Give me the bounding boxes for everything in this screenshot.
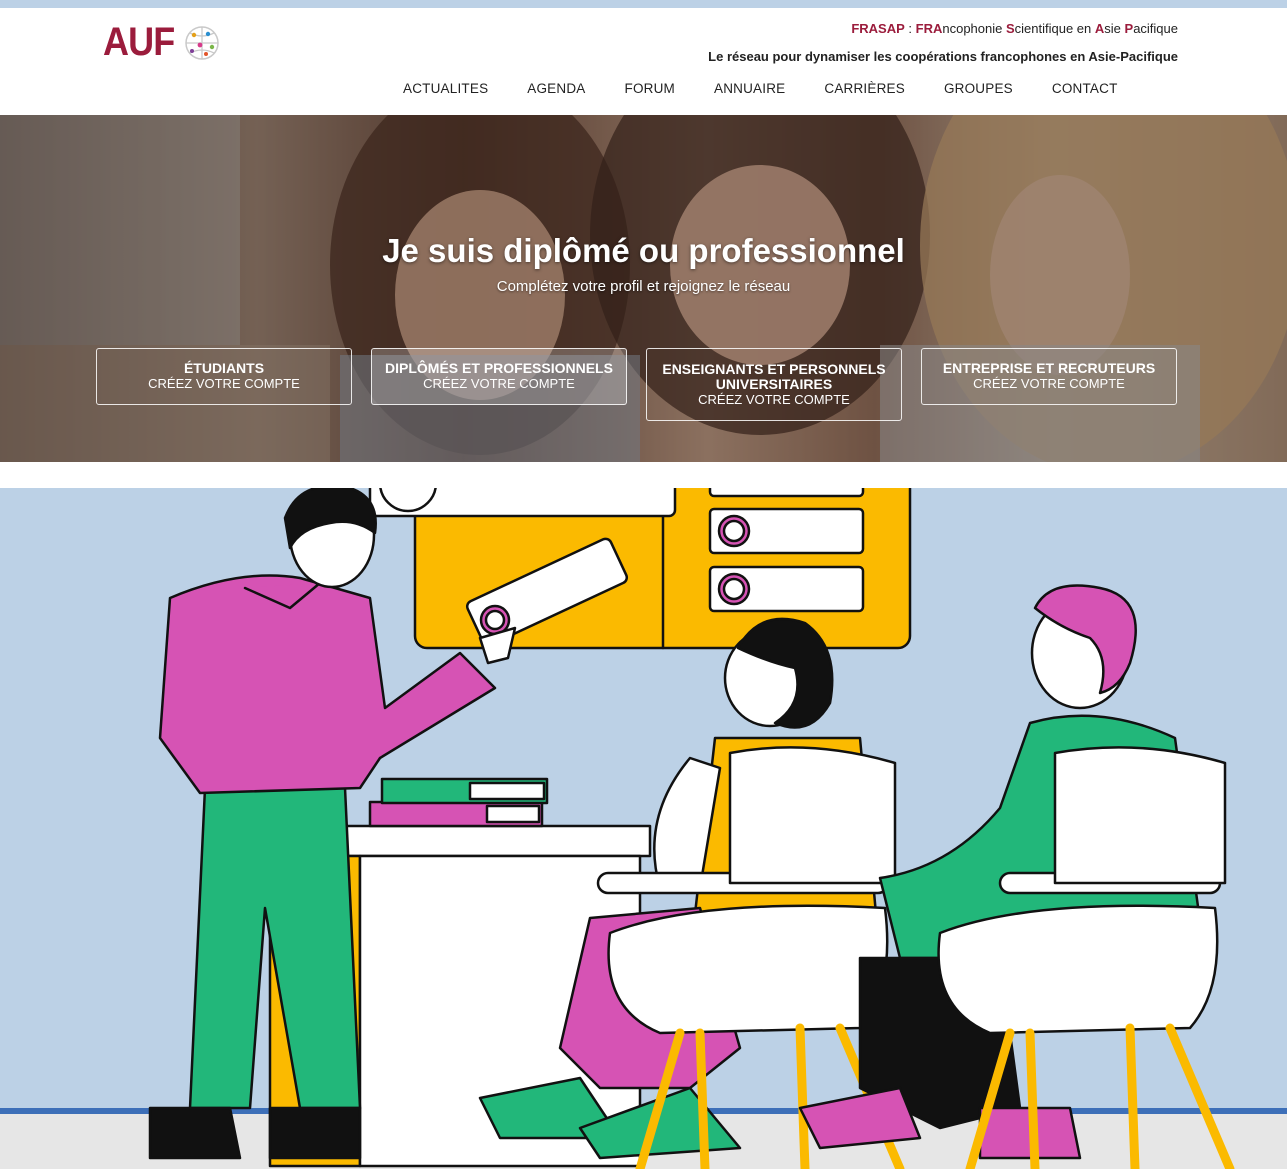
illustration-art xyxy=(0,488,1287,1169)
tagline-fragment: A xyxy=(1094,21,1105,36)
nav-groupes[interactable]: GROUPES xyxy=(944,81,1013,96)
site-header: AUF FRASAP : FRAncophonie Scientifique e… xyxy=(0,8,1287,115)
nav-carrieres[interactable]: CARRIÈRES xyxy=(824,81,905,96)
teachers-signup-button[interactable]: ENSEIGNANTS ET PERSONNELS UNIVERSITAIRES… xyxy=(646,348,902,421)
auf-logo[interactable]: AUF xyxy=(103,20,226,65)
nav-annuaire[interactable]: ANNUAIRE xyxy=(714,81,785,96)
nav-actualites[interactable]: ACTUALITES xyxy=(403,81,488,96)
hero-title: Je suis diplômé ou professionnel xyxy=(382,232,905,269)
tagline: FRASAP : FRAncophonie Scientifique en As… xyxy=(851,21,1178,36)
students-signup-button[interactable]: ÉTUDIANTS CRÉEZ VOTRE COMPTE xyxy=(96,348,352,405)
tagline-fragment: FRA xyxy=(915,21,943,36)
tagline-fragment: S xyxy=(1005,21,1015,36)
nav-agenda[interactable]: AGENDA xyxy=(527,81,585,96)
hero-banner: Je suis diplômé ou professionnel Complét… xyxy=(0,115,1287,462)
top-strip xyxy=(0,0,1287,8)
tagline-fragment: sie xyxy=(1104,21,1125,36)
network-globe-icon xyxy=(185,25,219,60)
recruitment-illustration xyxy=(0,488,1287,1169)
logo-text: AUF xyxy=(103,20,175,64)
main-nav: ACTUALITES AGENDA FORUM ANNUAIRE CARRIÈR… xyxy=(403,81,1157,96)
tagline-fragment: ncophonie xyxy=(942,21,1006,36)
site-subtitle: Le réseau pour dynamiser les coopération… xyxy=(708,49,1178,64)
hero-subtitle: Complétez votre profil et rejoignez le r… xyxy=(496,278,791,295)
nav-forum[interactable]: FORUM xyxy=(625,81,676,96)
tagline-fragment: acifique xyxy=(1133,21,1178,36)
tagline-fragment: cientifique en xyxy=(1014,21,1095,36)
companies-signup-button[interactable]: ENTREPRISE ET RECRUTEURS CRÉEZ VOTRE COM… xyxy=(921,348,1177,405)
tagline-fragment: P xyxy=(1124,21,1134,36)
graduates-signup-button[interactable]: DIPLÔMÉS ET PROFESSIONNELS CRÉEZ VOTRE C… xyxy=(371,348,627,405)
nav-contact[interactable]: CONTACT xyxy=(1052,81,1118,96)
